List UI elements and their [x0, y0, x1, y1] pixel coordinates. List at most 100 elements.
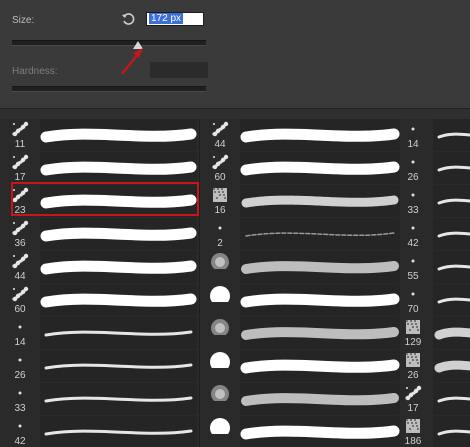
small-dot-brush-icon	[411, 160, 415, 164]
brush-size-label: 2	[217, 238, 223, 249]
thin-brush-stroke	[437, 396, 470, 403]
brush-stroke-preview	[433, 185, 470, 217]
brush-tip-preview	[206, 121, 234, 137]
brush-size-label: 60	[14, 304, 26, 315]
brush-stroke-preview	[433, 284, 470, 316]
brush-preset[interactable]: 26	[0, 350, 197, 382]
thin-brush-stroke	[437, 429, 470, 436]
size-value: 172 px	[149, 13, 184, 24]
brush-stroke-preview	[433, 383, 470, 415]
thin-brush-stroke	[437, 264, 470, 271]
brush-tip-preview	[6, 319, 34, 335]
brush-stroke-preview	[240, 251, 400, 283]
brush-size-label: 55	[407, 271, 419, 282]
rough-brush-stroke	[241, 195, 399, 208]
brush-size-label: 26	[407, 172, 419, 183]
brush-preset[interactable]: 55	[393, 251, 470, 283]
brush-tip-preview	[399, 352, 427, 368]
brush-preset[interactable]	[200, 284, 400, 316]
brush-stroke-preview	[240, 119, 400, 151]
brush-tip-preview	[6, 220, 34, 236]
brush-preset[interactable]: 26	[393, 152, 470, 184]
brush-stroke-preview	[240, 416, 400, 447]
brush-preset[interactable]: 11	[0, 119, 197, 151]
brush-size-label: 17	[407, 403, 419, 414]
brush-size-label: 14	[14, 337, 26, 348]
brush-preset[interactable]: 33	[0, 383, 197, 415]
textured-brush-icon	[213, 188, 227, 202]
brush-size-label: 33	[14, 403, 26, 414]
spatter-brush-icon	[12, 286, 29, 302]
brush-size-label: 14	[407, 139, 419, 150]
brush-preset[interactable]	[200, 383, 400, 415]
small-dot-brush-icon	[411, 226, 415, 230]
thick-brush-stroke	[240, 359, 400, 374]
brush-preset-grid: 11 17 23 36 44 60 14 26 33 42 44 60 16 2 14 26 33 42 55 70 1…	[0, 119, 470, 447]
brush-preset[interactable]: 2	[200, 218, 400, 250]
brush-preset[interactable]: 17	[393, 383, 470, 415]
reset-icon[interactable]	[121, 12, 135, 26]
brush-preset[interactable]: 44	[200, 119, 400, 151]
spatter-brush-icon	[405, 385, 422, 401]
brush-preset[interactable]: 42	[393, 218, 470, 250]
small-dot-brush-icon	[411, 193, 415, 197]
brush-preset[interactable]	[200, 416, 400, 447]
brush-stroke-preview	[240, 152, 400, 184]
brush-preset[interactable]: 33	[393, 185, 470, 217]
brush-size-label: 44	[14, 271, 26, 282]
brush-stroke-preview	[240, 284, 400, 316]
brush-stroke-preview	[40, 218, 197, 250]
brush-preset[interactable]: 60	[0, 284, 197, 316]
brush-stroke-preview	[40, 119, 197, 151]
brush-stroke-preview	[40, 416, 197, 447]
rough-brush-stroke	[434, 360, 470, 373]
rough-brush-stroke	[434, 327, 470, 340]
brush-size-label: 42	[407, 238, 419, 249]
brush-tip-preview	[399, 253, 427, 269]
brush-tip-preview	[6, 286, 34, 302]
hard-round-brush-icon	[210, 418, 230, 434]
brush-preset[interactable]: 60	[200, 152, 400, 184]
brush-preset[interactable]: 42	[0, 416, 197, 447]
hardness-slider-track	[12, 86, 206, 92]
size-input[interactable]: 172 px	[146, 12, 204, 26]
brush-tip-preview	[206, 352, 234, 368]
size-slider-track[interactable]	[12, 40, 206, 46]
textured-brush-icon	[406, 353, 420, 367]
hardness-input	[150, 62, 208, 78]
brush-preset[interactable]: 186	[393, 416, 470, 447]
annotation-arrow	[121, 48, 143, 75]
brush-preset[interactable]: 26	[393, 350, 470, 382]
thick-brush-stroke	[240, 128, 400, 143]
brush-stroke-preview	[240, 317, 400, 349]
brush-preset[interactable]: 44	[0, 251, 197, 283]
thick-brush-stroke	[40, 260, 197, 275]
brush-tip-preview	[206, 418, 234, 434]
brush-preset[interactable]: 129	[393, 317, 470, 349]
brush-stroke-preview	[433, 350, 470, 382]
brush-stroke-preview	[240, 350, 400, 382]
small-dot-brush-icon	[18, 424, 22, 428]
brush-stroke-preview	[433, 416, 470, 447]
brush-tip-preview	[6, 154, 34, 170]
brush-tip-preview	[206, 253, 234, 269]
brush-preset[interactable]: 36	[0, 218, 197, 250]
brush-preset[interactable]	[200, 317, 400, 349]
brush-preset[interactable]: 70	[393, 284, 470, 316]
thin-brush-stroke	[437, 297, 470, 304]
brush-stroke-preview	[240, 218, 400, 250]
brush-stroke-preview	[240, 185, 400, 217]
brush-tip-preview	[399, 220, 427, 236]
brush-stroke-preview	[40, 383, 197, 415]
brush-preset[interactable]: 16	[200, 185, 400, 217]
soft-brush-stroke	[241, 261, 399, 274]
brush-preset[interactable]	[200, 251, 400, 283]
brush-preset[interactable]: 14	[393, 119, 470, 151]
thick-brush-stroke	[40, 293, 197, 308]
soft-brush-stroke	[241, 393, 399, 406]
brush-preset[interactable]: 17	[0, 152, 197, 184]
brush-preset[interactable]	[200, 350, 400, 382]
spatter-brush-icon	[212, 154, 229, 170]
brush-preset[interactable]: 14	[0, 317, 197, 349]
brush-stroke-preview	[433, 152, 470, 184]
